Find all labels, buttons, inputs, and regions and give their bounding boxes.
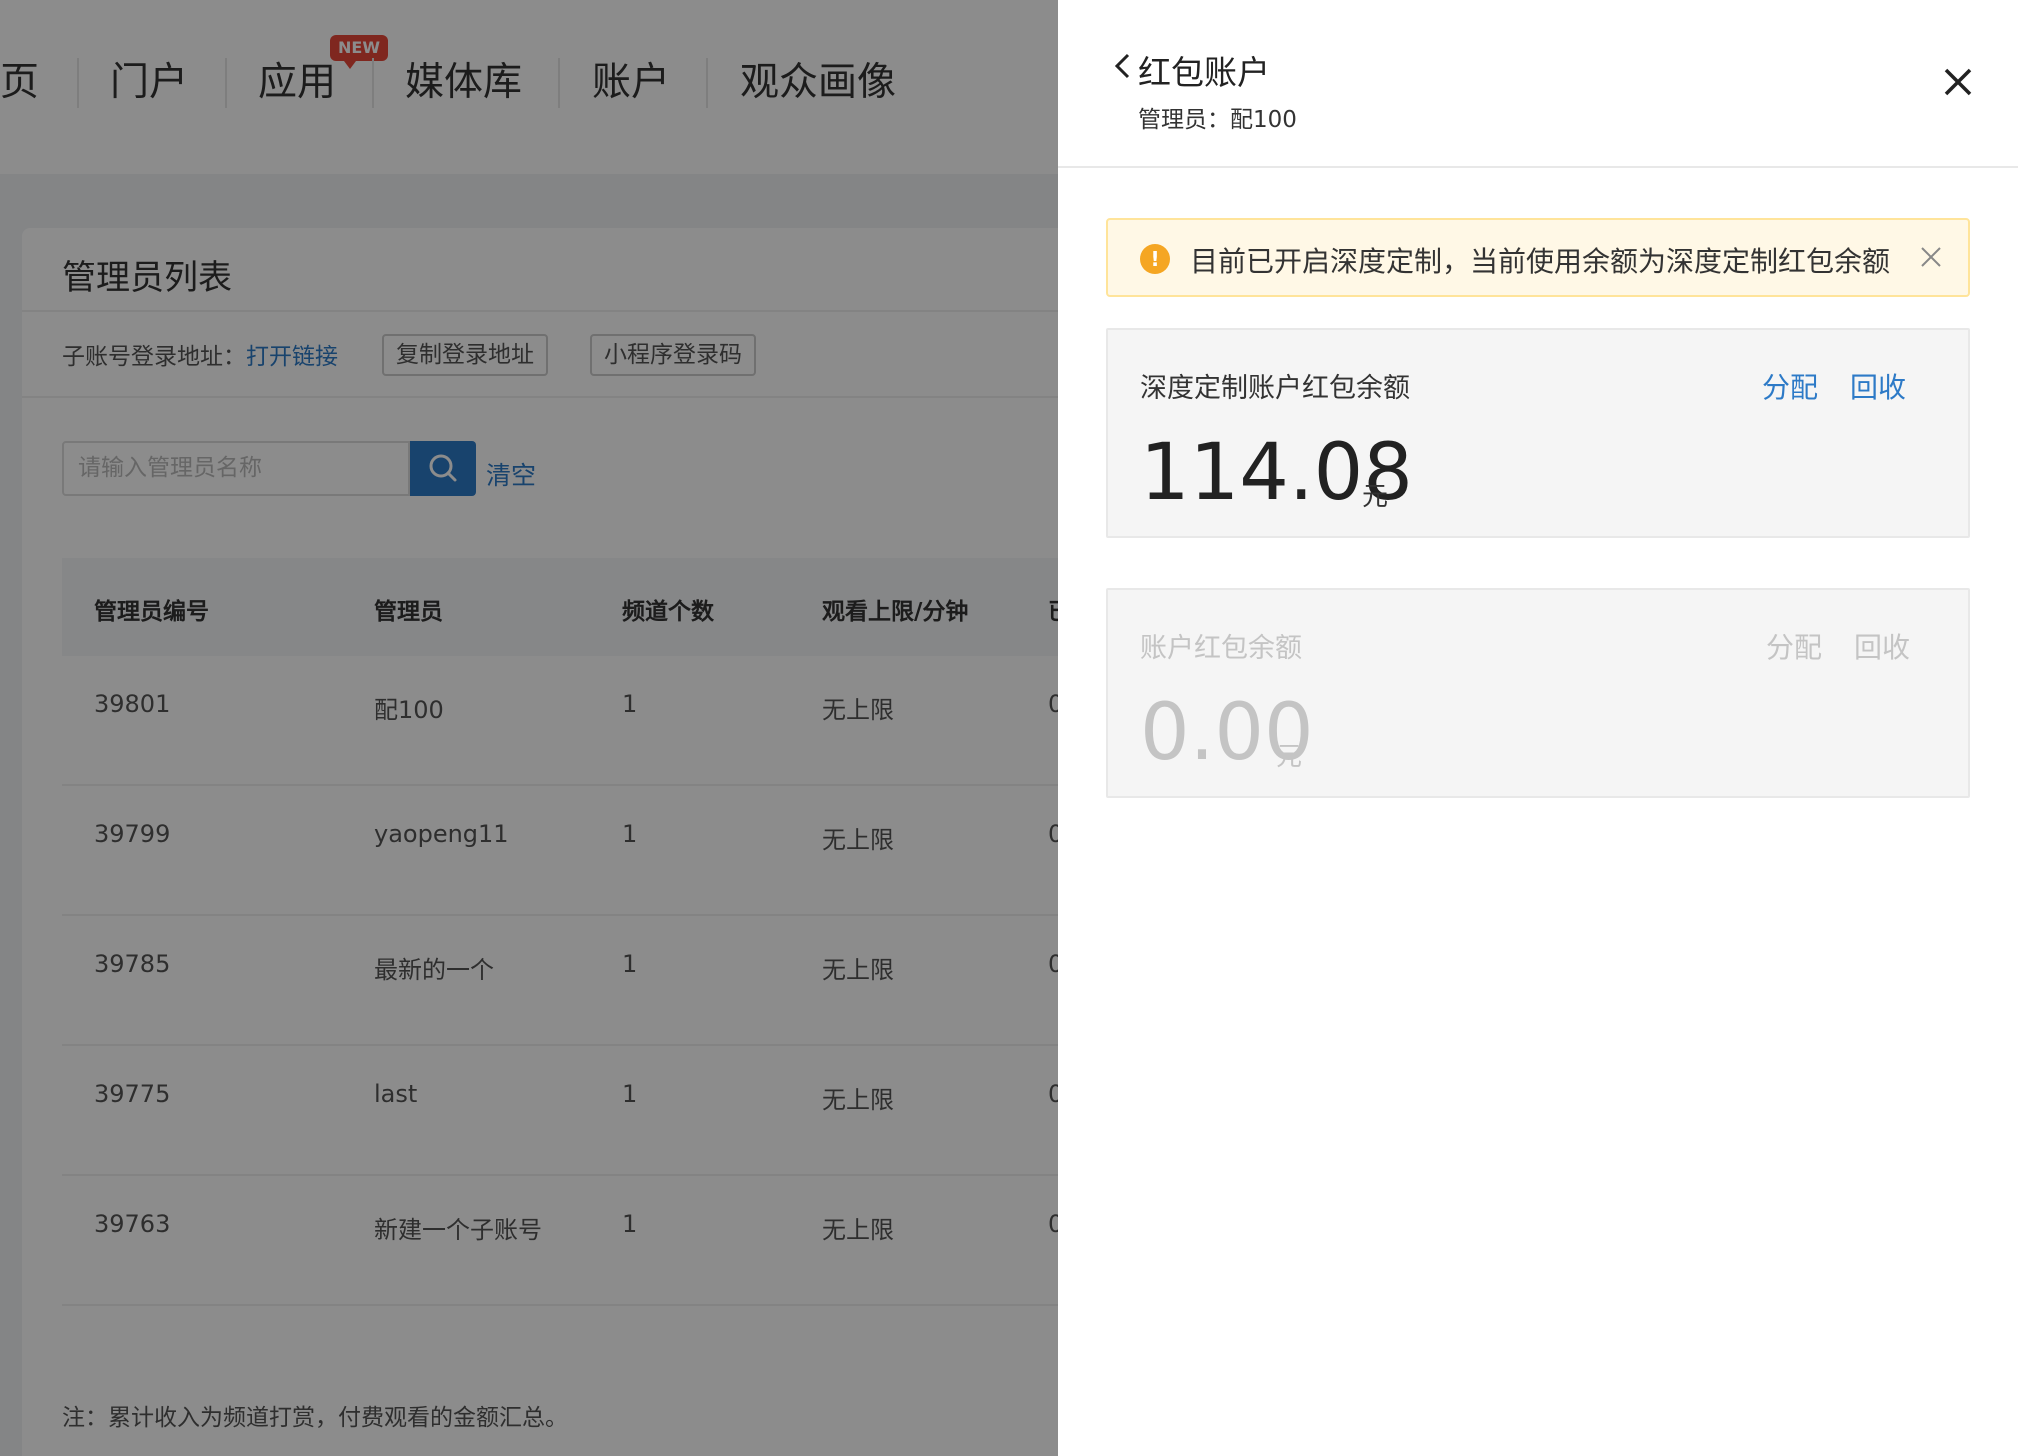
balance-unit: 元 (1276, 742, 1303, 772)
red-packet-drawer: 红包账户 管理员：配100 ! 目前已开启深度定制，当前使用余额为深度定制红包余… (1058, 0, 2018, 1456)
recall-link[interactable]: 回收 (1854, 626, 1910, 666)
drawer-subtitle: 管理员：配100 (1138, 107, 1297, 133)
chevron-left-icon[interactable] (1110, 52, 1138, 80)
account-balance-card: 账户红包余额 分配 回收 0.00 元 (1106, 588, 1970, 798)
drawer-header: 红包账户 管理员：配100 (1058, 0, 2018, 168)
alert-close-icon[interactable] (1918, 244, 1944, 270)
recall-link[interactable]: 回收 (1850, 366, 1906, 406)
warning-icon: ! (1140, 244, 1170, 274)
allocate-link[interactable]: 分配 (1762, 366, 1818, 406)
balance-unit: 元 (1362, 482, 1389, 512)
drawer-title: 红包账户 (1138, 53, 1270, 92)
balance-label: 账户红包余额 (1140, 633, 1302, 664)
custom-balance-card: 深度定制账户红包余额 分配 回收 114.08 元 (1106, 328, 1970, 538)
allocate-link[interactable]: 分配 (1766, 626, 1822, 666)
info-alert: ! 目前已开启深度定制，当前使用余额为深度定制红包余额 (1106, 218, 1970, 297)
balance-label: 深度定制账户红包余额 (1140, 373, 1410, 404)
alert-text: 目前已开启深度定制，当前使用余额为深度定制红包余额 (1190, 245, 1891, 278)
close-icon[interactable] (1938, 62, 1978, 102)
